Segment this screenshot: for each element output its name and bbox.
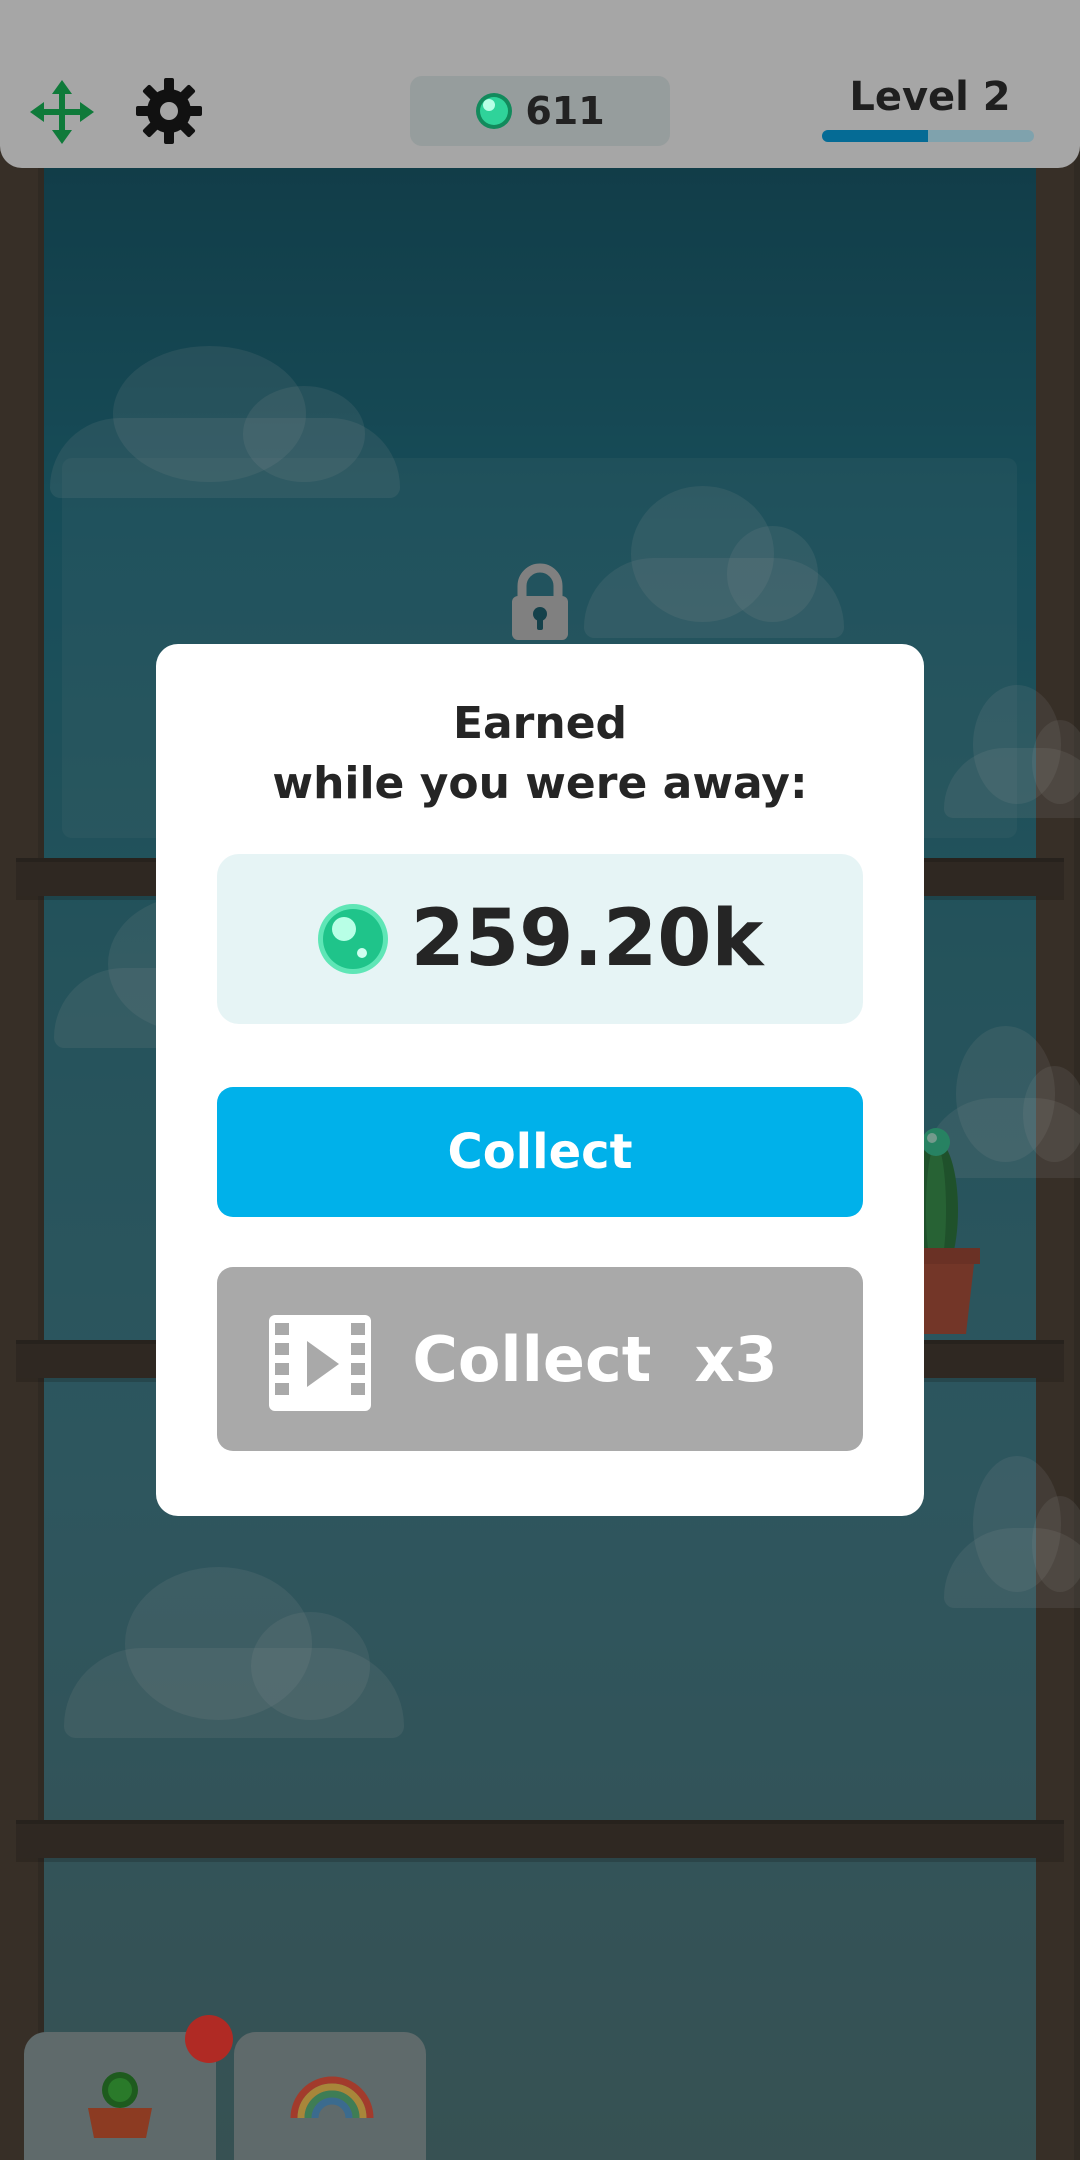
reward-box: 259.20k <box>217 854 863 1024</box>
move-arrows-icon[interactable] <box>30 80 94 144</box>
dialog-title-line2: while you were away: <box>272 758 808 809</box>
green-gem-icon <box>317 904 388 974</box>
green-gem-icon <box>476 93 513 129</box>
cactus-pot-icon <box>88 2072 152 2138</box>
reward-amount: 259.20k <box>410 894 764 984</box>
collect-x3-label: Collect x3 <box>412 1322 778 1396</box>
offline-earnings-dialog: Earned while you were away: 259.20k Coll… <box>156 644 924 1516</box>
rainbow-icon <box>290 2076 374 2119</box>
tab-rainbow[interactable] <box>234 2032 426 2160</box>
dialog-title: Earned while you were away: <box>156 694 924 814</box>
dialog-title-line1: Earned <box>452 698 628 749</box>
level-label: Level 2 <box>849 74 1011 120</box>
gear-icon[interactable] <box>136 78 202 144</box>
level-progress-bar <box>822 130 1034 142</box>
top-bar: 611 Level 2 <box>0 0 1080 168</box>
film-play-icon <box>269 1315 371 1411</box>
level-progress-fill <box>822 130 928 142</box>
collect-button[interactable]: Collect <box>217 1087 863 1217</box>
collect-x3-button[interactable]: Collect x3 <box>217 1267 863 1451</box>
game-screen: 611 Level 2 Earned while you were away: <box>0 0 1080 2160</box>
gem-counter: 611 <box>410 76 670 146</box>
gem-count: 611 <box>525 89 605 133</box>
notification-dot <box>185 2015 233 2063</box>
tab-cactus[interactable] <box>24 2032 216 2160</box>
